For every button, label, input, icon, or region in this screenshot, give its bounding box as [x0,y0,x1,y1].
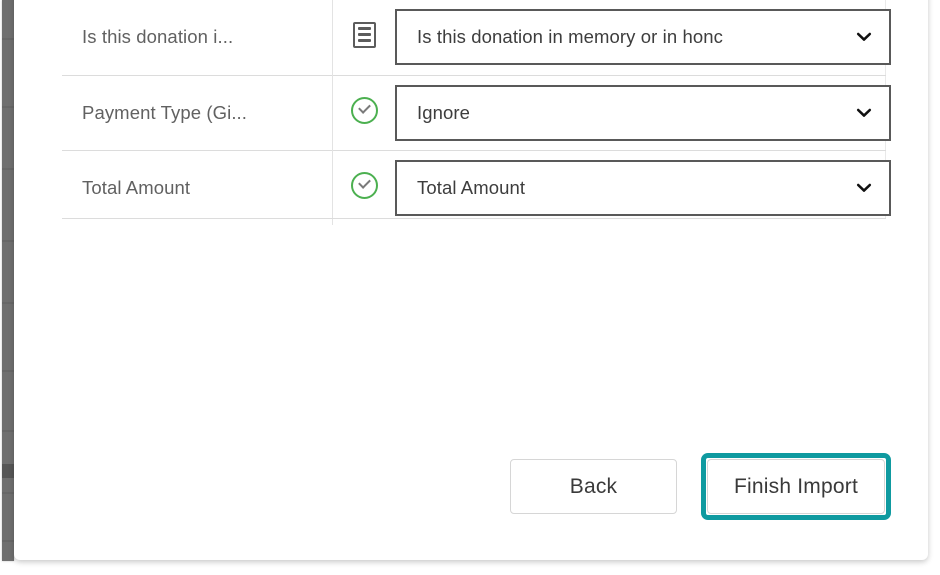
mapping-select-2[interactable]: Total Amount [395,159,891,216]
back-button[interactable]: Back [510,459,677,514]
mapping-select-cell: Is this donation in memory or in honc [395,0,891,75]
table-row: Is this donation i... Is this donation i… [62,0,891,75]
import-mapping-dialog: Is this donation i... Is this donation i… [14,0,928,560]
rail-segment [2,370,14,372]
app-screen: Is this donation i... Is this donation i… [0,0,940,575]
mapping-select-cell: Total Amount [395,150,891,225]
rail-segment [2,302,14,304]
rail-segment [2,464,14,478]
status-cell [333,150,396,225]
dialog-footer: Back Finish Import [14,453,928,529]
field-name-cell: Total Amount [62,150,333,225]
status-cell [333,75,396,150]
mapping-select-cell: Ignore [395,75,891,150]
list-icon [352,21,376,48]
rail-segment [2,540,14,542]
table-bottom-border [62,218,886,219]
page-edge-rail [2,0,14,561]
mapping-select-1[interactable]: Ignore [395,84,891,141]
rail-segment [2,492,14,494]
rail-segment [2,168,14,170]
table-row: Payment Type (Gi... Ignore [62,75,891,150]
mapping-select-value: Ignore [417,101,471,123]
rail-segment [2,430,14,432]
rail-segment [2,106,14,108]
finish-import-button[interactable]: Finish Import [707,459,885,514]
mapping-select-0[interactable]: Is this donation in memory or in honc [395,9,891,66]
rail-segment [2,240,14,242]
check-circle-icon [350,96,378,124]
mapping-select-value: Total Amount [417,176,526,198]
table-row: Total Amount Total Amount [62,150,891,225]
rail-segment [2,38,14,40]
field-name-cell: Is this donation i... [62,0,333,75]
field-mapping-table: Is this donation i... Is this donation i… [62,0,891,225]
check-circle-icon [350,171,378,199]
mapping-select-value: Is this donation in memory or in honc [417,26,724,48]
field-name-cell: Payment Type (Gi... [62,75,333,150]
status-cell [333,0,396,75]
